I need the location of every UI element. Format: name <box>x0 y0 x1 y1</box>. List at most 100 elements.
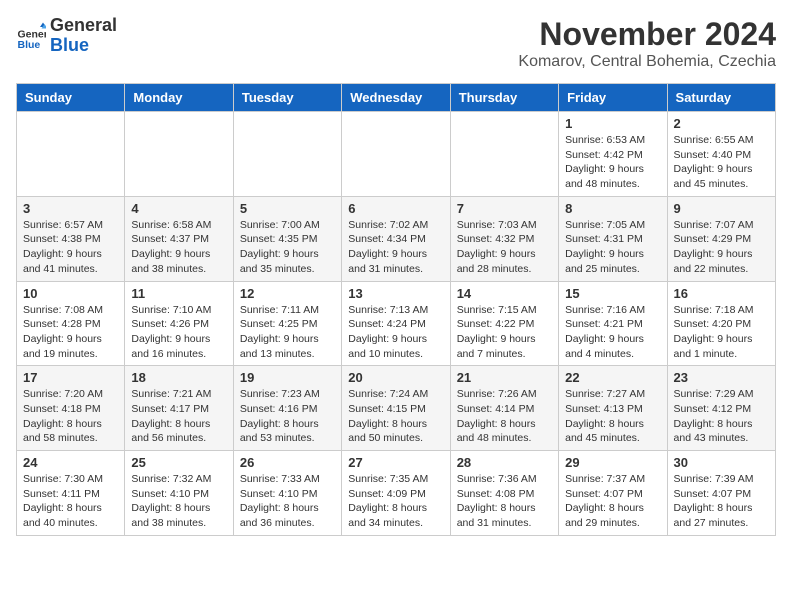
day-number: 23 <box>674 370 769 385</box>
header: General Blue General Blue November 2024 … <box>16 16 776 71</box>
day-number: 30 <box>674 455 769 470</box>
calendar-cell: 16 Sunrise: 7:18 AM Sunset: 4:20 PM Dayli… <box>667 281 775 366</box>
day-number: 14 <box>457 286 552 301</box>
cell-info: Sunrise: 7:07 AM Sunset: 4:29 PM Dayligh… <box>674 218 769 277</box>
calendar-cell: 26 Sunrise: 7:33 AM Sunset: 4:10 PM Dayli… <box>233 451 341 536</box>
month-title: November 2024 <box>518 16 776 53</box>
weekday-header-tuesday: Tuesday <box>233 84 341 112</box>
day-number: 3 <box>23 201 118 216</box>
calendar-week-row: 24 Sunrise: 7:30 AM Sunset: 4:11 PM Dayli… <box>17 451 776 536</box>
calendar-cell: 3 Sunrise: 6:57 AM Sunset: 4:38 PM Daylig… <box>17 196 125 281</box>
calendar: SundayMondayTuesdayWednesdayThursdayFrid… <box>16 83 776 536</box>
location-title: Komarov, Central Bohemia, Czechia <box>518 53 776 71</box>
logo-text: General Blue <box>50 16 117 56</box>
cell-info: Sunrise: 7:29 AM Sunset: 4:12 PM Dayligh… <box>674 387 769 446</box>
calendar-week-row: 1 Sunrise: 6:53 AM Sunset: 4:42 PM Daylig… <box>17 112 776 197</box>
day-number: 5 <box>240 201 335 216</box>
calendar-cell <box>233 112 341 197</box>
cell-info: Sunrise: 7:13 AM Sunset: 4:24 PM Dayligh… <box>348 303 443 362</box>
cell-info: Sunrise: 7:24 AM Sunset: 4:15 PM Dayligh… <box>348 387 443 446</box>
cell-info: Sunrise: 7:20 AM Sunset: 4:18 PM Dayligh… <box>23 387 118 446</box>
day-number: 1 <box>565 116 660 131</box>
calendar-cell: 28Sunrise: 7:36 AM Sunset: 4:08 PM Dayli… <box>450 451 558 536</box>
calendar-cell: 4 Sunrise: 6:58 AM Sunset: 4:37 PM Daylig… <box>125 196 233 281</box>
day-number: 12 <box>240 286 335 301</box>
weekday-header-friday: Friday <box>559 84 667 112</box>
day-number: 24 <box>23 455 118 470</box>
calendar-cell <box>450 112 558 197</box>
calendar-cell: 21Sunrise: 7:26 AM Sunset: 4:14 PM Dayli… <box>450 366 558 451</box>
calendar-cell: 22Sunrise: 7:27 AM Sunset: 4:13 PM Dayli… <box>559 366 667 451</box>
weekday-header-sunday: Sunday <box>17 84 125 112</box>
calendar-cell: 17Sunrise: 7:20 AM Sunset: 4:18 PM Dayli… <box>17 366 125 451</box>
cell-info: Sunrise: 7:00 AM Sunset: 4:35 PM Dayligh… <box>240 218 335 277</box>
calendar-cell <box>17 112 125 197</box>
cell-info: Sunrise: 7:02 AM Sunset: 4:34 PM Dayligh… <box>348 218 443 277</box>
calendar-week-row: 17Sunrise: 7:20 AM Sunset: 4:18 PM Dayli… <box>17 366 776 451</box>
calendar-cell: 11 Sunrise: 7:10 AM Sunset: 4:26 PM Dayli… <box>125 281 233 366</box>
calendar-cell: 12Sunrise: 7:11 AM Sunset: 4:25 PM Dayli… <box>233 281 341 366</box>
calendar-cell: 9Sunrise: 7:07 AM Sunset: 4:29 PM Daylig… <box>667 196 775 281</box>
calendar-cell: 19 Sunrise: 7:23 AM Sunset: 4:16 PM Dayli… <box>233 366 341 451</box>
cell-info: Sunrise: 7:36 AM Sunset: 4:08 PM Dayligh… <box>457 472 552 531</box>
day-number: 2 <box>674 116 769 131</box>
day-number: 11 <box>131 286 226 301</box>
cell-info: Sunrise: 7:10 AM Sunset: 4:26 PM Dayligh… <box>131 303 226 362</box>
cell-info: Sunrise: 7:16 AM Sunset: 4:21 PM Dayligh… <box>565 303 660 362</box>
calendar-body: 1 Sunrise: 6:53 AM Sunset: 4:42 PM Daylig… <box>17 112 776 536</box>
cell-info: Sunrise: 7:30 AM Sunset: 4:11 PM Dayligh… <box>23 472 118 531</box>
weekday-header-wednesday: Wednesday <box>342 84 450 112</box>
calendar-week-row: 10Sunrise: 7:08 AM Sunset: 4:28 PM Dayli… <box>17 281 776 366</box>
calendar-cell: 24 Sunrise: 7:30 AM Sunset: 4:11 PM Dayli… <box>17 451 125 536</box>
cell-info: Sunrise: 7:39 AM Sunset: 4:07 PM Dayligh… <box>674 472 769 531</box>
weekday-header-saturday: Saturday <box>667 84 775 112</box>
day-number: 6 <box>348 201 443 216</box>
cell-info: Sunrise: 7:18 AM Sunset: 4:20 PM Dayligh… <box>674 303 769 362</box>
calendar-cell: 6 Sunrise: 7:02 AM Sunset: 4:34 PM Daylig… <box>342 196 450 281</box>
calendar-cell: 5 Sunrise: 7:00 AM Sunset: 4:35 PM Daylig… <box>233 196 341 281</box>
cell-info: Sunrise: 6:55 AM Sunset: 4:40 PM Dayligh… <box>674 133 769 192</box>
calendar-cell <box>125 112 233 197</box>
calendar-cell: 29 Sunrise: 7:37 AM Sunset: 4:07 PM Dayli… <box>559 451 667 536</box>
weekday-header-thursday: Thursday <box>450 84 558 112</box>
day-number: 18 <box>131 370 226 385</box>
cell-info: Sunrise: 7:03 AM Sunset: 4:32 PM Dayligh… <box>457 218 552 277</box>
calendar-week-row: 3 Sunrise: 6:57 AM Sunset: 4:38 PM Daylig… <box>17 196 776 281</box>
calendar-cell: 10Sunrise: 7:08 AM Sunset: 4:28 PM Dayli… <box>17 281 125 366</box>
day-number: 15 <box>565 286 660 301</box>
day-number: 26 <box>240 455 335 470</box>
calendar-cell: 27 Sunrise: 7:35 AM Sunset: 4:09 PM Dayli… <box>342 451 450 536</box>
cell-info: Sunrise: 7:15 AM Sunset: 4:22 PM Dayligh… <box>457 303 552 362</box>
cell-info: Sunrise: 7:33 AM Sunset: 4:10 PM Dayligh… <box>240 472 335 531</box>
day-number: 16 <box>674 286 769 301</box>
day-number: 8 <box>565 201 660 216</box>
day-number: 25 <box>131 455 226 470</box>
cell-info: Sunrise: 6:57 AM Sunset: 4:38 PM Dayligh… <box>23 218 118 277</box>
calendar-cell: 14 Sunrise: 7:15 AM Sunset: 4:22 PM Dayli… <box>450 281 558 366</box>
day-number: 7 <box>457 201 552 216</box>
calendar-cell: 2 Sunrise: 6:55 AM Sunset: 4:40 PM Daylig… <box>667 112 775 197</box>
calendar-cell: 1 Sunrise: 6:53 AM Sunset: 4:42 PM Daylig… <box>559 112 667 197</box>
cell-info: Sunrise: 6:58 AM Sunset: 4:37 PM Dayligh… <box>131 218 226 277</box>
day-number: 4 <box>131 201 226 216</box>
weekday-header-monday: Monday <box>125 84 233 112</box>
cell-info: Sunrise: 7:21 AM Sunset: 4:17 PM Dayligh… <box>131 387 226 446</box>
logo: General Blue General Blue <box>16 16 117 56</box>
cell-info: Sunrise: 7:35 AM Sunset: 4:09 PM Dayligh… <box>348 472 443 531</box>
cell-info: Sunrise: 6:53 AM Sunset: 4:42 PM Dayligh… <box>565 133 660 192</box>
logo-icon: General Blue <box>16 21 46 51</box>
calendar-cell: 30 Sunrise: 7:39 AM Sunset: 4:07 PM Dayli… <box>667 451 775 536</box>
svg-text:Blue: Blue <box>18 39 41 51</box>
cell-info: Sunrise: 7:08 AM Sunset: 4:28 PM Dayligh… <box>23 303 118 362</box>
calendar-header-row: SundayMondayTuesdayWednesdayThursdayFrid… <box>17 84 776 112</box>
day-number: 22 <box>565 370 660 385</box>
day-number: 13 <box>348 286 443 301</box>
day-number: 19 <box>240 370 335 385</box>
calendar-cell: 25Sunrise: 7:32 AM Sunset: 4:10 PM Dayli… <box>125 451 233 536</box>
day-number: 29 <box>565 455 660 470</box>
calendar-cell: 18 Sunrise: 7:21 AM Sunset: 4:17 PM Dayli… <box>125 366 233 451</box>
cell-info: Sunrise: 7:05 AM Sunset: 4:31 PM Dayligh… <box>565 218 660 277</box>
cell-info: Sunrise: 7:37 AM Sunset: 4:07 PM Dayligh… <box>565 472 660 531</box>
cell-info: Sunrise: 7:23 AM Sunset: 4:16 PM Dayligh… <box>240 387 335 446</box>
day-number: 27 <box>348 455 443 470</box>
